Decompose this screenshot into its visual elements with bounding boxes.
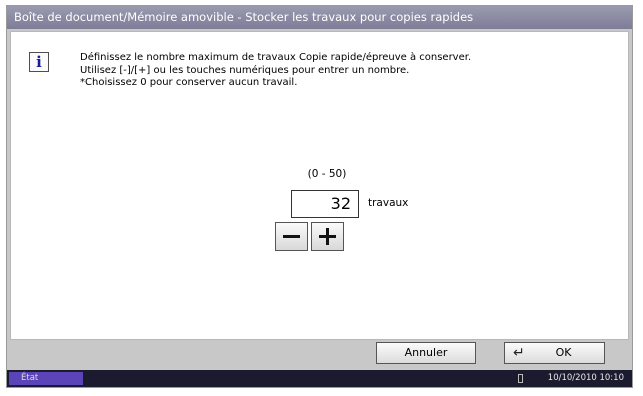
page-title: Boîte de document/Mémoire amovible - Sto…: [7, 6, 632, 29]
ok-button[interactable]: ↵ OK: [504, 342, 605, 364]
status-button[interactable]: État: [9, 372, 83, 385]
datetime: 10/10/2010 10:10: [547, 373, 624, 383]
instruction-line-2: Utilisez [-]/[+] ou les touches numériqu…: [80, 64, 410, 76]
settings-panel: i Définissez le nombre maximum de travau…: [10, 31, 629, 340]
minus-icon: [283, 235, 300, 238]
enter-icon: ↵: [513, 345, 525, 361]
cancel-button[interactable]: Annuler: [376, 342, 476, 364]
instruction-message: Définissez le nombre maximum de travaux …: [80, 52, 600, 90]
increment-button[interactable]: [311, 222, 344, 251]
screen: Boîte de document/Mémoire amovible - Sto…: [6, 5, 633, 388]
unit-label: travaux: [368, 197, 409, 209]
range-label: (0 - 50): [307, 168, 347, 180]
job-count-field[interactable]: 32: [291, 190, 359, 218]
instruction-line-1: Définissez le nombre maximum de travaux …: [80, 52, 472, 63]
status-bar: État 10/10/2010 10:10: [7, 370, 632, 387]
instruction-line-3: *Choisissez 0 pour conserver aucun trava…: [80, 77, 298, 88]
decrement-button[interactable]: [275, 222, 308, 251]
info-icon: i: [29, 52, 49, 72]
action-bar: Annuler ↵ OK: [7, 341, 632, 371]
memory-card-icon: [518, 374, 523, 383]
ok-label: OK: [555, 346, 572, 359]
